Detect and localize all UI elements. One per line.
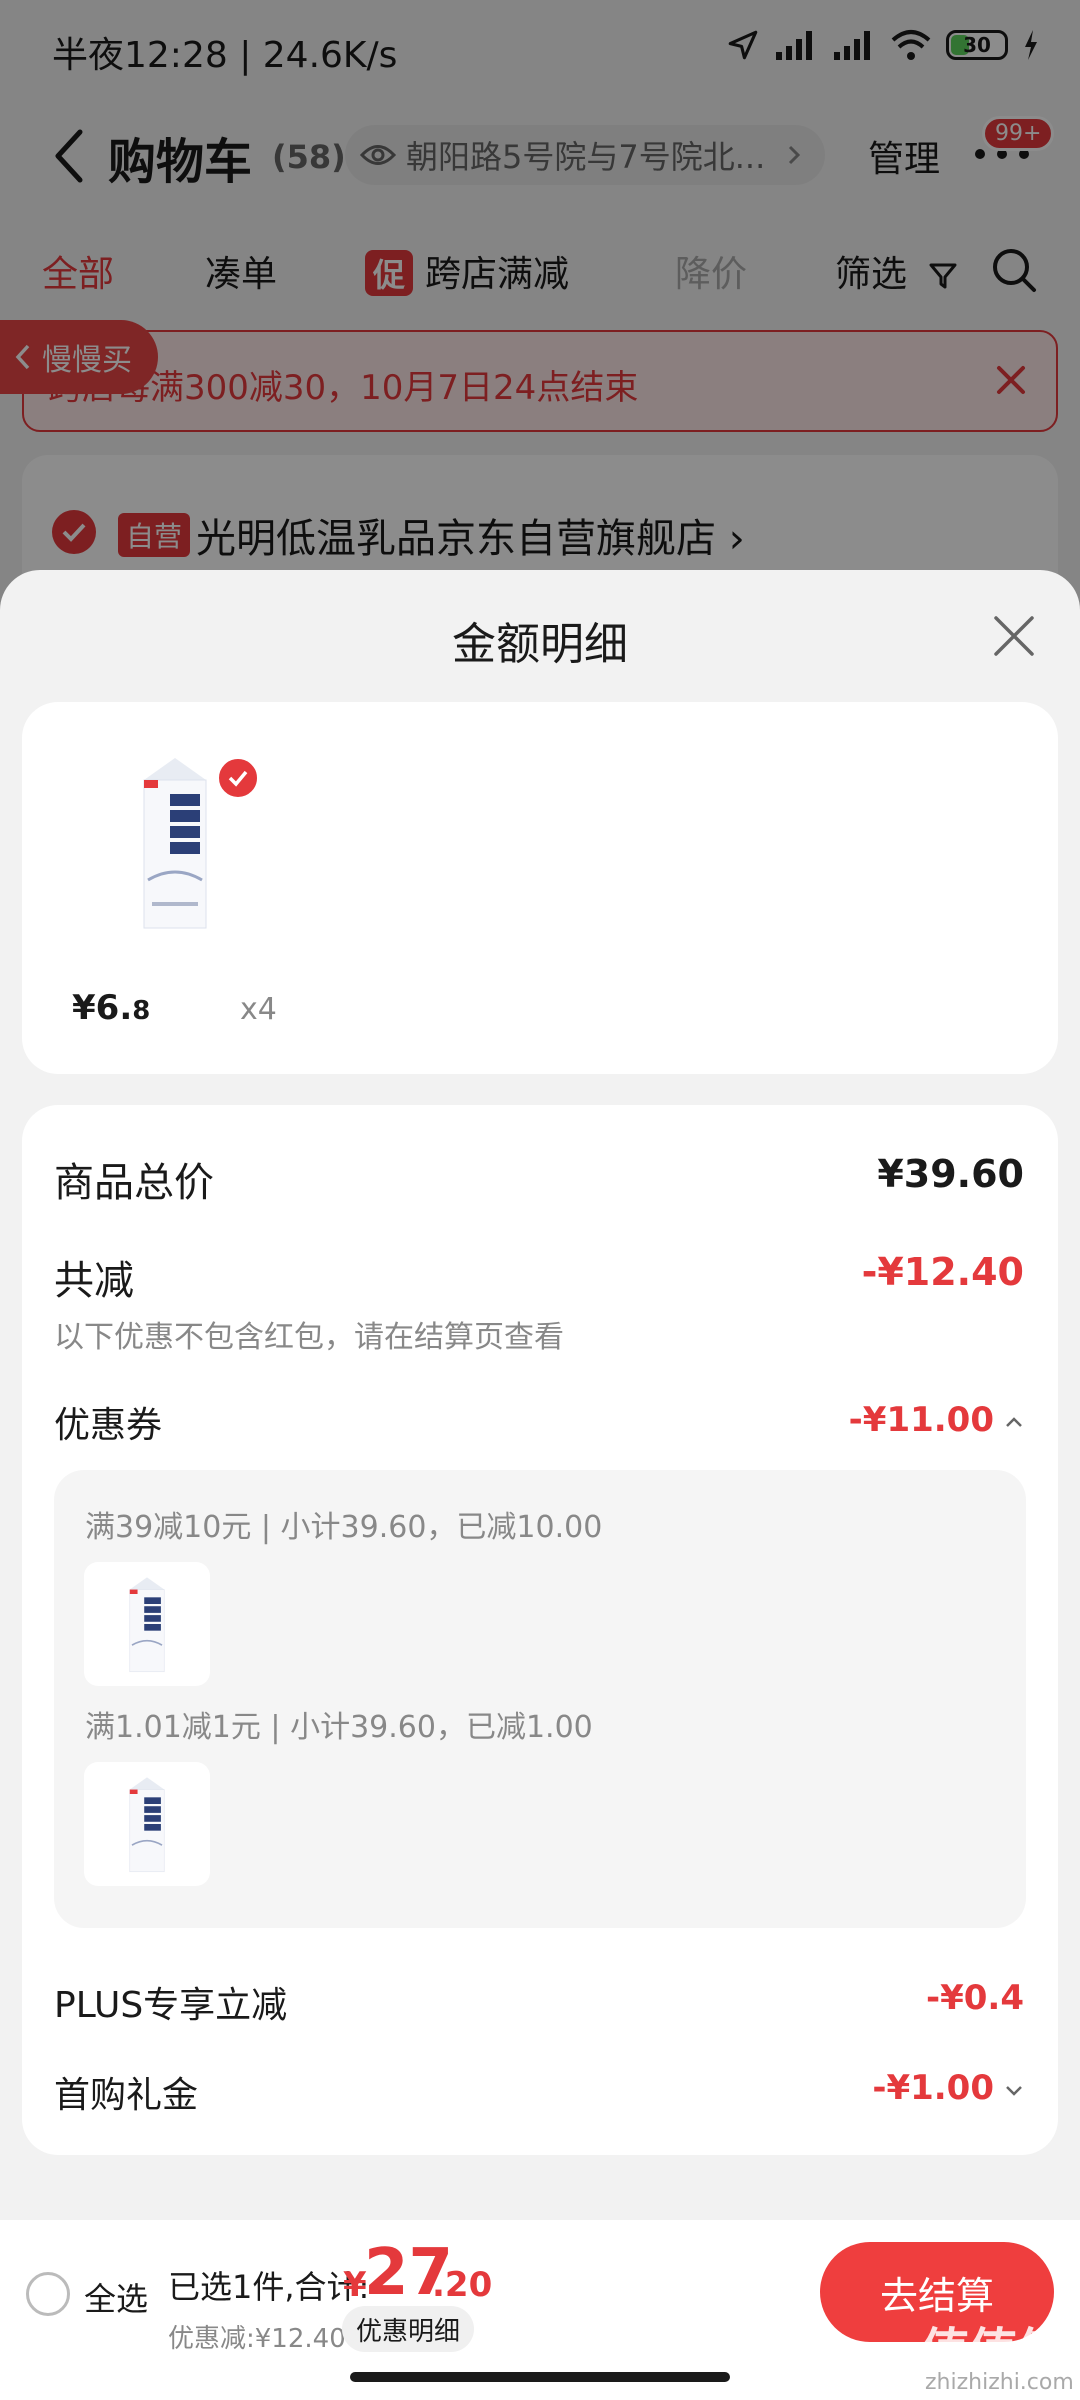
coupon-product-thumb-1 (84, 1562, 210, 1686)
first-purchase-gift-label: 首购礼金 (54, 2075, 199, 2116)
coupon-value: -¥11.00 (848, 1400, 994, 1440)
select-all-checkbox[interactable] (26, 2272, 70, 2316)
gift-row-toggle[interactable]: -¥1.00 (872, 2068, 1024, 2108)
discount-summary: 优惠减:¥12.40 (168, 2324, 346, 2354)
discount-detail-button[interactable]: 优惠明细 (342, 2306, 475, 2352)
coupon-row-toggle[interactable]: -¥11.00 (849, 1400, 1024, 1440)
milk-carton-thumb (129, 1777, 165, 1873)
product-price: ¥6.8 (72, 988, 150, 1028)
coupon-label: 优惠券 (54, 1405, 163, 1446)
plus-discount-label: PLUS专享立减 (54, 1985, 288, 2026)
product-price-dec: 8 (132, 996, 151, 1026)
selected-summary: 已选1件,合计: (168, 2268, 370, 2306)
sheet-title: 金额明细 (452, 619, 628, 670)
select-all-label[interactable]: 全选 (84, 2274, 148, 2320)
total-off-label: 共减 (54, 1258, 134, 1304)
coupon-product-thumb-2 (84, 1762, 210, 1886)
product-checkbox[interactable] (216, 756, 260, 800)
plus-discount-value: -¥0.4 (926, 1978, 1024, 2018)
product-price-int: ¥6. (72, 988, 133, 1028)
check-icon (228, 770, 248, 787)
home-indicator[interactable] (350, 2372, 730, 2382)
watermark-url: zhizhizhi.com (925, 2370, 1074, 2395)
total-price-dec: .20 (432, 2265, 493, 2305)
coupon-rule-1: 满39减10元 | 小计39.60，已减10.00 (85, 1510, 603, 1545)
close-icon[interactable] (990, 612, 1038, 660)
milk-carton-image[interactable] (140, 752, 210, 932)
first-purchase-gift-value: -¥1.00 (872, 2068, 994, 2108)
milk-carton-thumb (129, 1577, 165, 1673)
chevron-up-icon (1006, 1416, 1022, 1427)
discount-note: 以下优惠不包含红包，请在结算页查看 (54, 1320, 564, 1355)
chevron-down-icon (1006, 2085, 1022, 2096)
goods-total-label: 商品总价 (54, 1160, 214, 1206)
product-quantity: x4 (240, 992, 277, 1027)
total-off-value: -¥12.40 (861, 1250, 1024, 1294)
goods-total-value: ¥39.60 (877, 1152, 1024, 1196)
coupon-rule-2: 满1.01减1元 | 小计39.60，已减1.00 (85, 1710, 593, 1745)
